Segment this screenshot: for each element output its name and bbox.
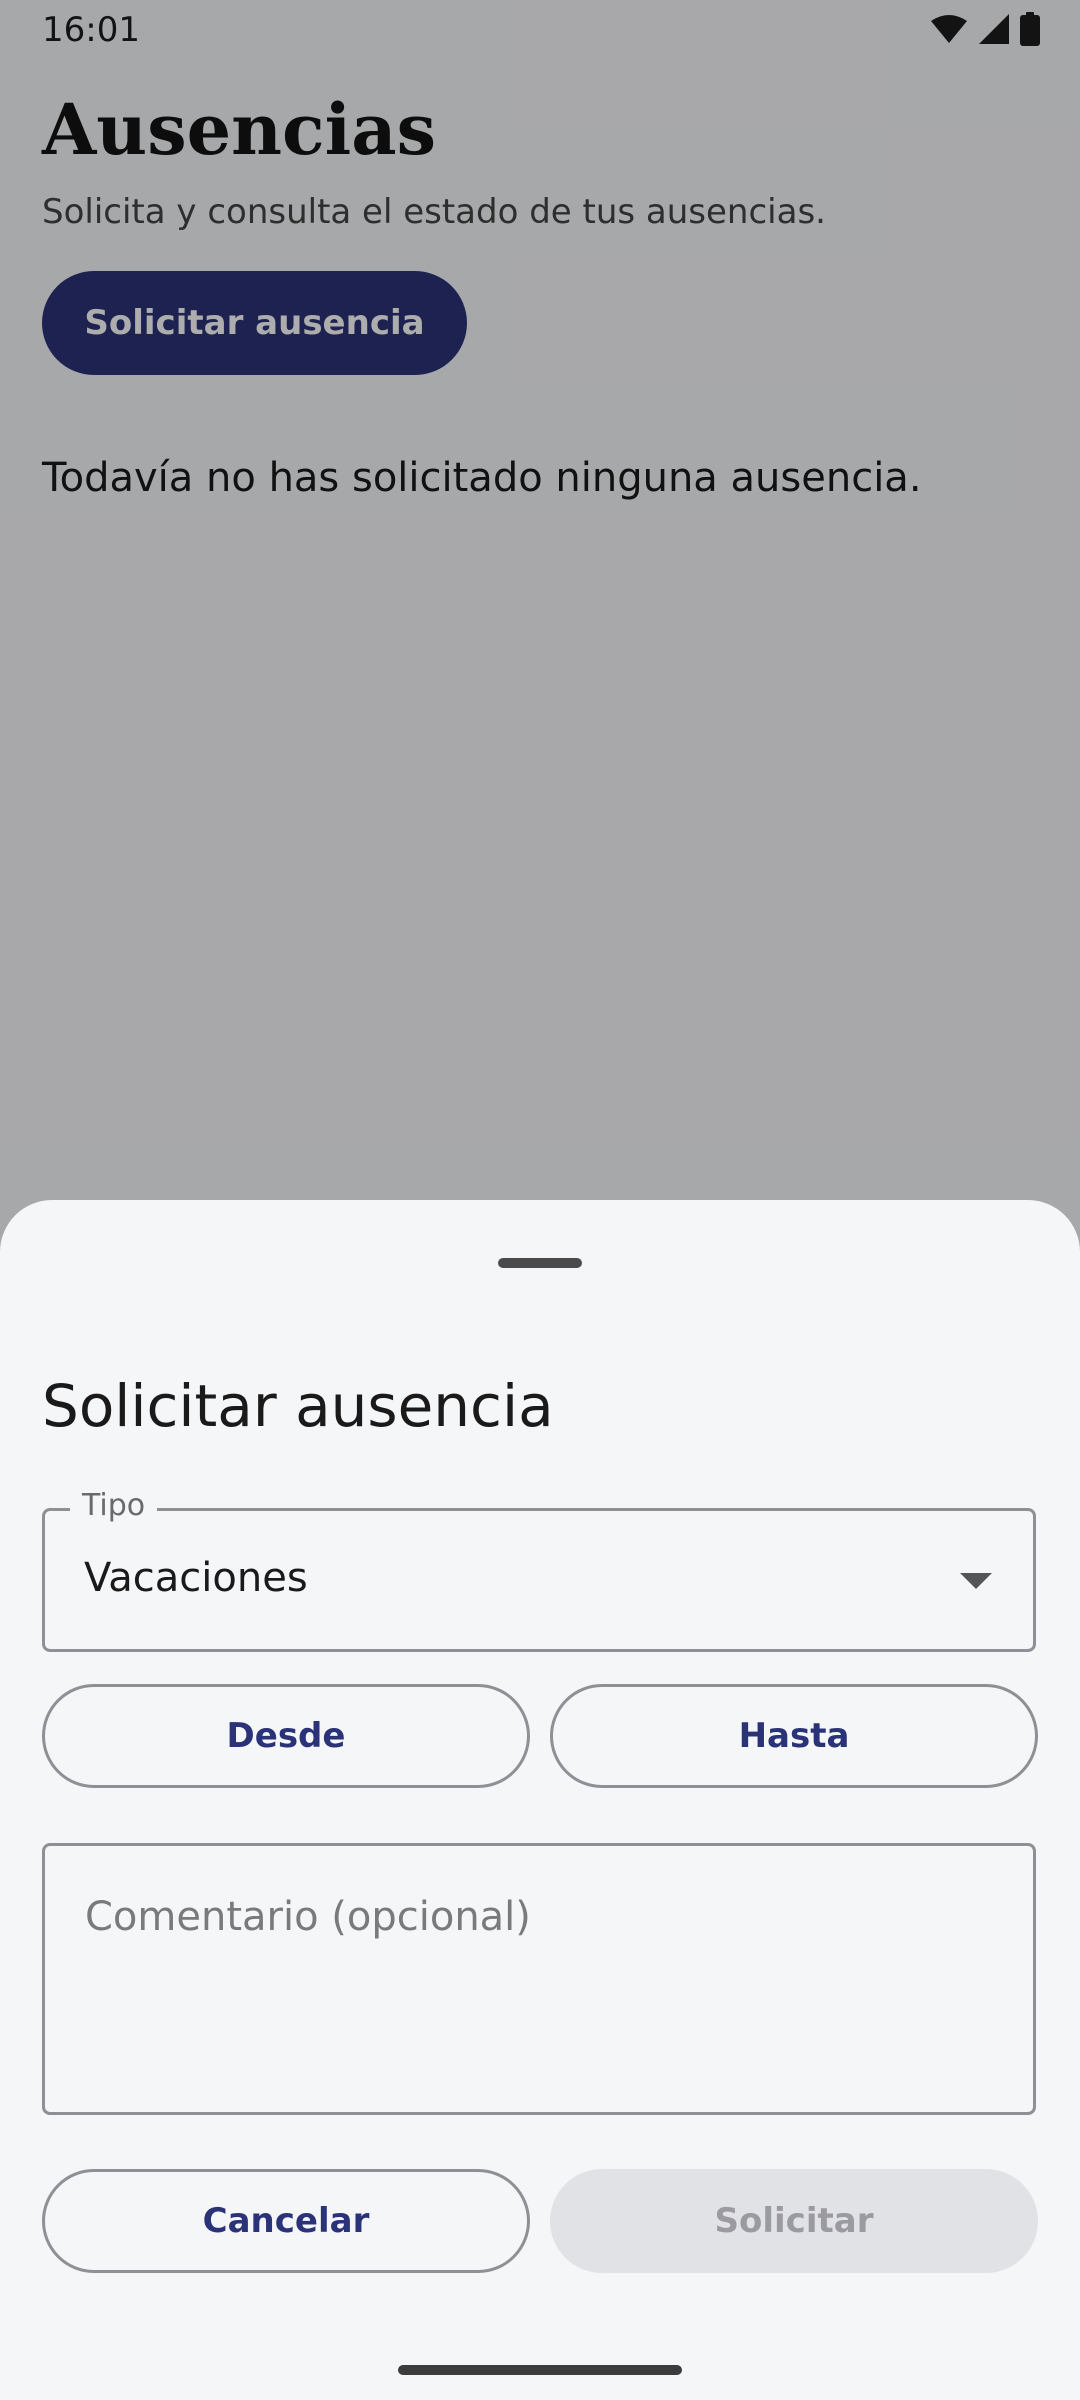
gesture-navigation-bar[interactable] (398, 2365, 682, 2375)
request-absence-sheet: Solicitar ausencia Tipo Vacaciones Desde… (0, 1200, 1080, 2400)
sheet-title: Solicitar ausencia (42, 1372, 554, 1440)
dropdown-arrow-icon[interactable] (960, 1573, 992, 1589)
comment-field[interactable] (42, 1843, 1036, 2115)
from-date-button[interactable]: Desde (42, 1684, 530, 1788)
drag-handle[interactable] (498, 1258, 582, 1268)
cancel-button[interactable]: Cancelar (42, 2169, 530, 2273)
submit-button[interactable]: Solicitar (550, 2169, 1038, 2273)
type-field-label: Tipo (70, 1488, 158, 1523)
type-field-value: Vacaciones (84, 1555, 308, 1601)
to-date-button[interactable]: Hasta (550, 1684, 1038, 1788)
